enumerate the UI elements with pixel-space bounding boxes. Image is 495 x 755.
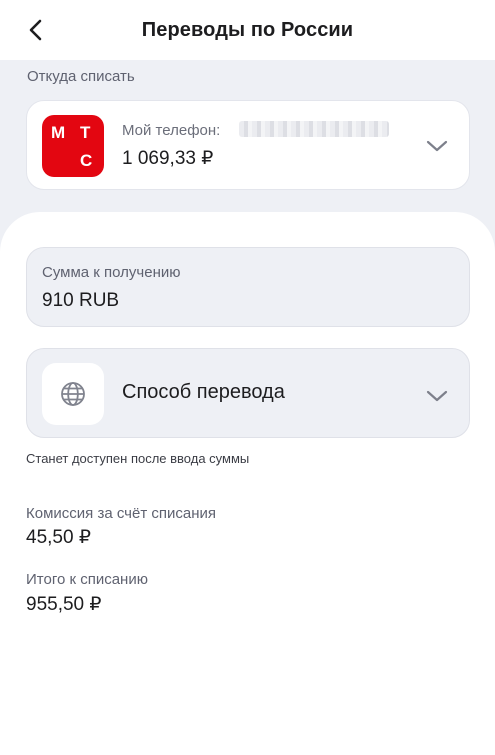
chevron-down-icon [426,390,448,402]
globe-icon [61,382,85,406]
masked-phone-number [239,121,389,137]
globe-icon-container [42,363,104,425]
transfer-method-selector[interactable]: Способ перевода [26,348,470,438]
fee-value: 45,50 ₽ [26,527,91,548]
chevron-down-icon [426,140,448,152]
total-label: Итого к списанию [26,571,148,588]
source-section-label: Откуда списать [27,68,135,85]
amount-value: 910 RUB [42,290,120,311]
account-balance: 1 069,33 ₽ [122,148,214,169]
page-title: Переводы по России [141,19,354,41]
phone-label: Мой телефон: [122,122,221,139]
mts-logo: М Т С [42,115,104,177]
amount-input[interactable]: Сумма к получению 910 RUB [26,247,470,327]
top-bar: Переводы по России [0,0,495,60]
logo-letter-m: М [51,123,66,142]
logo-letter-t: Т [80,123,91,142]
total-value: 955,50 ₽ [26,594,102,615]
fee-label: Комиссия за счёт списания [26,505,216,522]
transfer-method-hint: Станет доступен после ввода суммы [26,451,250,466]
amount-label: Сумма к получению [42,264,181,281]
source-account-selector[interactable]: М Т С Мой телефон: 1 069,33 ₽ [26,100,470,190]
logo-letter-c: С [80,151,93,170]
transfer-method-label: Способ перевода [122,381,285,403]
